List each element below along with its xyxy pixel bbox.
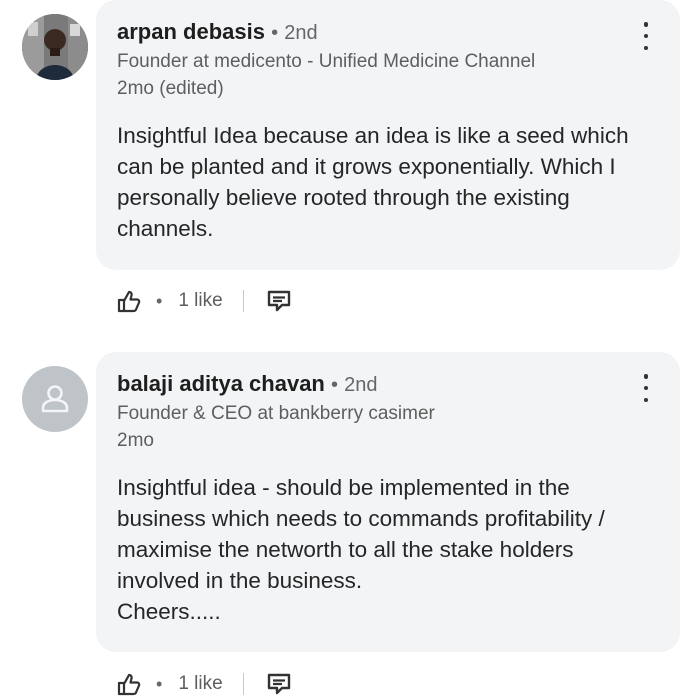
comment-header: arpan debasis • 2nd bbox=[117, 18, 656, 47]
connection-degree: 2nd bbox=[344, 374, 378, 396]
commenter-headline: Founder at medicento - Unified Medicine … bbox=[117, 51, 536, 72]
comment-text: Insightful Idea because an idea is like … bbox=[117, 123, 629, 241]
separator-dot: • bbox=[271, 22, 279, 44]
commenter-headline: Founder & CEO at bankberry casimer bbox=[117, 403, 435, 424]
connection-degree: 2nd bbox=[284, 22, 318, 44]
like-count[interactable]: 1 like bbox=[178, 673, 222, 695]
avatar[interactable] bbox=[22, 14, 88, 80]
default-person-icon bbox=[41, 385, 69, 413]
comment-text: Insightful idea - should be implemented … bbox=[117, 475, 605, 624]
action-divider bbox=[242, 290, 245, 312]
comment-actions: • 1 like bbox=[116, 669, 292, 699]
more-options-icon[interactable] bbox=[636, 374, 656, 402]
thumbs-up-icon[interactable] bbox=[116, 288, 142, 314]
avatar[interactable] bbox=[22, 366, 88, 432]
profile-photo bbox=[22, 14, 88, 80]
comment-timestamp: 2mo (edited) bbox=[117, 78, 224, 99]
commenter-name[interactable]: balaji aditya chavan bbox=[117, 371, 325, 396]
reply-icon[interactable] bbox=[266, 672, 292, 696]
action-separator: • bbox=[156, 673, 163, 694]
action-separator: • bbox=[156, 290, 163, 311]
action-divider bbox=[242, 673, 245, 695]
thumbs-up-icon[interactable] bbox=[116, 671, 142, 697]
like-count[interactable]: 1 like bbox=[178, 290, 222, 312]
comment-actions: • 1 like bbox=[116, 286, 292, 316]
comment-bubble: arpan debasis • 2nd Founder at medicento… bbox=[96, 0, 680, 270]
more-options-icon[interactable] bbox=[636, 22, 656, 50]
comment-timestamp: 2mo bbox=[117, 430, 154, 451]
comment-header: balaji aditya chavan • 2nd bbox=[117, 370, 656, 399]
separator-dot: • bbox=[331, 374, 339, 396]
reply-icon[interactable] bbox=[266, 289, 292, 313]
comment-bubble: balaji aditya chavan • 2nd Founder & CEO… bbox=[96, 352, 680, 652]
commenter-name[interactable]: arpan debasis bbox=[117, 19, 265, 44]
